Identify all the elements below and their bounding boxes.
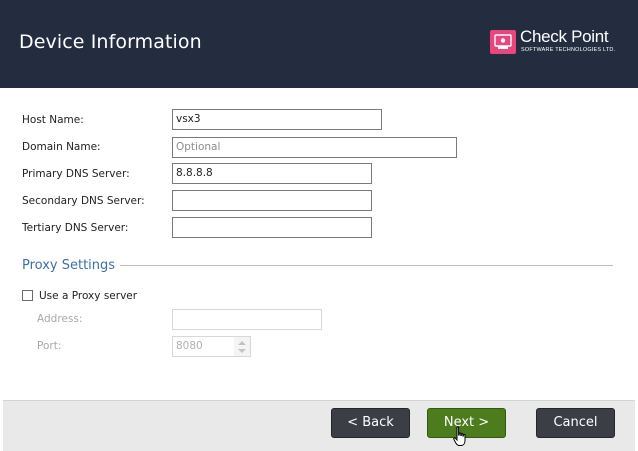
hand-cursor-icon bbox=[453, 426, 466, 446]
primary-dns-input[interactable]: 8.8.8.8 bbox=[172, 163, 372, 184]
use-proxy-label[interactable]: Use a Proxy server bbox=[39, 290, 137, 302]
section-divider bbox=[120, 265, 613, 266]
logo-icon bbox=[490, 30, 516, 54]
cancel-button[interactable]: Cancel bbox=[536, 408, 615, 438]
back-button[interactable]: < Back bbox=[331, 408, 410, 438]
port-input[interactable]: 8080 bbox=[172, 336, 235, 357]
dialog-header: Device Information Check Point SOFTWARE … bbox=[0, 0, 638, 88]
form-panel bbox=[3, 88, 635, 400]
address-input[interactable] bbox=[172, 309, 322, 330]
proxy-settings-heading: Proxy Settings bbox=[22, 258, 116, 273]
use-proxy-checkbox[interactable] bbox=[22, 290, 33, 301]
tertiary-dns-label: Tertiary DNS Server: bbox=[22, 222, 129, 234]
logo-subtext: SOFTWARE TECHNOLOGIES LTD. bbox=[521, 47, 616, 53]
primary-dns-label: Primary DNS Server: bbox=[22, 168, 130, 180]
check-point-logo: Check Point SOFTWARE TECHNOLOGIES LTD. bbox=[490, 27, 620, 59]
tertiary-dns-input[interactable] bbox=[172, 217, 372, 238]
port-label: Port: bbox=[37, 340, 62, 352]
host-name-input[interactable]: vsx3 bbox=[172, 109, 382, 130]
spinner-down-icon[interactable] bbox=[238, 349, 246, 353]
domain-name-input[interactable]: Optional bbox=[172, 137, 457, 158]
secondary-dns-label: Secondary DNS Server: bbox=[22, 195, 145, 207]
address-label: Address: bbox=[37, 313, 83, 325]
domain-name-label: Domain Name: bbox=[22, 141, 101, 153]
port-spinner[interactable] bbox=[234, 336, 251, 357]
spinner-up-icon[interactable] bbox=[238, 341, 246, 345]
logo-text: Check Point bbox=[520, 27, 609, 46]
secondary-dns-input[interactable] bbox=[172, 190, 372, 211]
host-name-label: Host Name: bbox=[22, 114, 84, 126]
page-title: Device Information bbox=[19, 31, 202, 53]
